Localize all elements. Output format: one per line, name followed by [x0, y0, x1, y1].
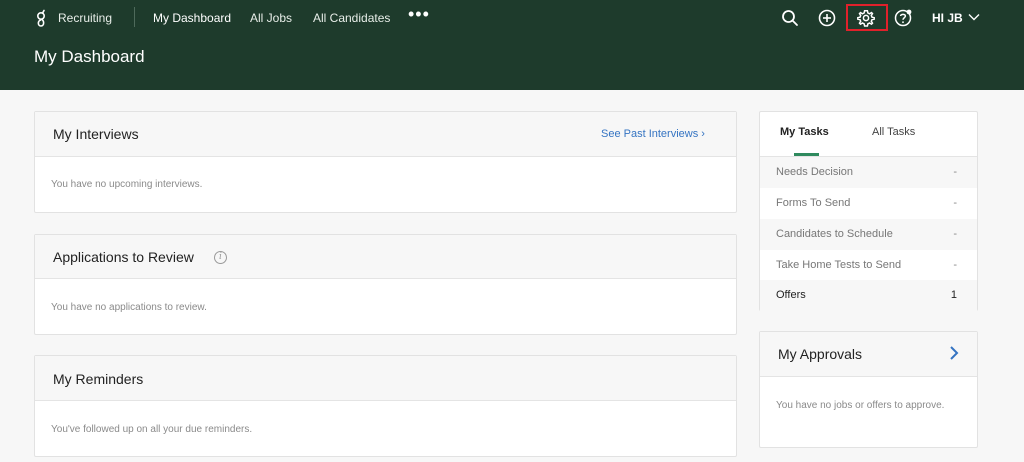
interviews-empty-text: You have no upcoming interviews.	[51, 179, 203, 190]
task-count: -	[953, 197, 957, 209]
task-count: -	[953, 259, 957, 271]
nav-my-dashboard[interactable]: My Dashboard	[153, 11, 231, 25]
task-count: -	[953, 166, 957, 178]
task-row[interactable]: Offers 1	[760, 280, 977, 311]
my-interviews-title: My Interviews	[53, 126, 139, 142]
task-row[interactable]: Take Home Tests to Send -	[760, 250, 977, 281]
approvals-card: My Approvals You have no jobs or offers …	[759, 331, 978, 448]
app-header: Recruiting My Dashboard All Jobs All Can…	[0, 0, 1024, 90]
task-row[interactable]: Candidates to Schedule -	[760, 219, 977, 250]
gear-icon[interactable]	[856, 8, 876, 28]
task-label: Offers	[776, 289, 806, 301]
task-count: -	[953, 228, 957, 240]
see-past-interviews-link[interactable]: See Past Interviews ›	[601, 128, 705, 140]
chevron-right-icon[interactable]	[949, 345, 959, 361]
nav-all-candidates[interactable]: All Candidates	[313, 11, 390, 25]
tasks-card: My Tasks All Tasks Needs Decision - Form…	[759, 111, 978, 311]
info-icon[interactable]: i	[214, 251, 227, 264]
chevron-down-icon	[968, 14, 980, 21]
applications-empty-text: You have no applications to review.	[51, 302, 207, 313]
user-greeting: HI JB	[932, 11, 963, 25]
user-menu[interactable]: HI JB	[932, 11, 980, 25]
tab-my-tasks[interactable]: My Tasks	[780, 126, 829, 138]
add-icon[interactable]	[817, 8, 837, 28]
applications-title: Applications to Review	[53, 249, 194, 265]
greenhouse-logo-icon[interactable]	[34, 8, 48, 28]
help-icon[interactable]	[893, 8, 913, 28]
brand-label[interactable]: Recruiting	[58, 11, 112, 25]
reminders-title: My Reminders	[53, 371, 144, 387]
reminders-card: My Reminders You've followed up on all y…	[34, 355, 737, 457]
task-label: Forms To Send	[776, 197, 851, 209]
approvals-title: My Approvals	[778, 346, 863, 362]
applications-card: Applications to Review i You have no app…	[34, 234, 737, 335]
task-row[interactable]: Forms To Send -	[760, 188, 977, 219]
search-icon[interactable]	[780, 8, 800, 28]
task-label: Needs Decision	[776, 166, 854, 178]
my-interviews-card: My Interviews See Past Interviews › You …	[34, 111, 737, 213]
task-label: Take Home Tests to Send	[776, 259, 902, 271]
task-label: Candidates to Schedule	[776, 228, 893, 240]
reminders-header: My Reminders	[35, 356, 736, 401]
task-row[interactable]: Needs Decision -	[760, 157, 977, 188]
top-navigation: Recruiting My Dashboard All Jobs All Can…	[0, 0, 1024, 36]
approvals-empty-text: You have no jobs or offers to approve.	[776, 400, 945, 411]
nav-divider	[134, 7, 135, 27]
more-menu-button[interactable]: •••	[408, 4, 430, 25]
page-title: My Dashboard	[34, 47, 145, 66]
reminders-empty-text: You've followed up on all your due remin…	[51, 424, 253, 435]
approvals-header: My Approvals	[760, 332, 977, 377]
my-interviews-header: My Interviews See Past Interviews ›	[35, 112, 736, 157]
tab-all-tasks[interactable]: All Tasks	[872, 126, 915, 138]
nav-all-jobs[interactable]: All Jobs	[250, 11, 292, 25]
applications-header: Applications to Review i	[35, 235, 736, 279]
task-count: 1	[950, 289, 957, 301]
